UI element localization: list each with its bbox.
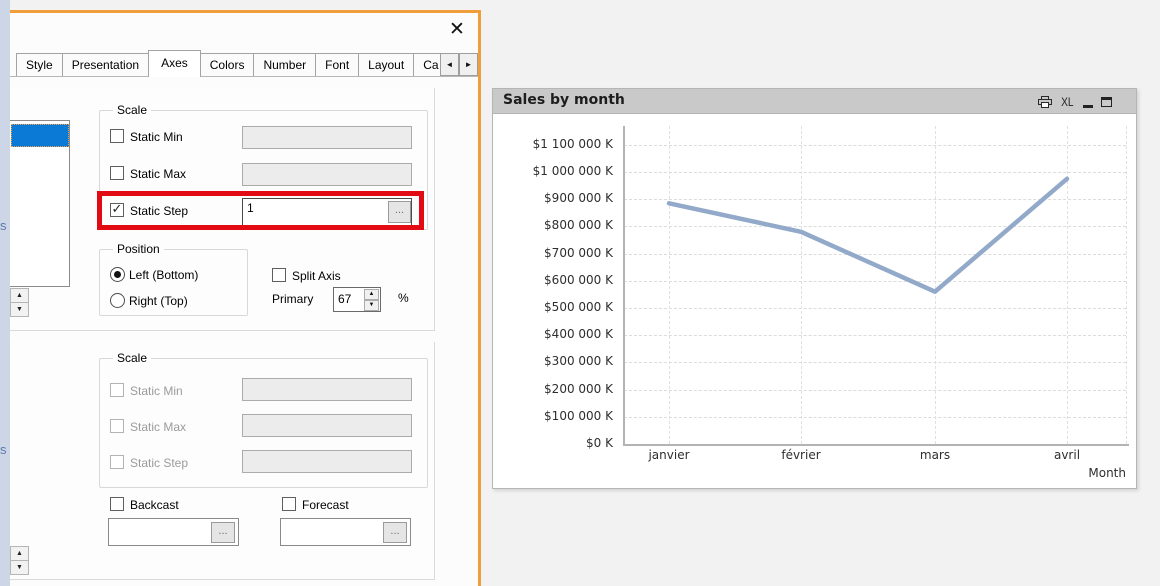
position-right-top-radio[interactable] [110,293,125,308]
sales-line-series[interactable] [493,89,1138,490]
static-max-label-disabled: Static Max [130,420,187,434]
forecast-ellipsis-button[interactable]: ... [383,522,407,543]
static-max-input[interactable] [242,163,412,186]
percent-label: % [398,291,409,305]
list-item-selected[interactable] [11,124,69,147]
spinner-up-icon[interactable]: ▲ [364,289,379,300]
dialog-border [10,10,481,13]
static-min-label-disabled: Static Min [130,384,183,398]
group-legend: Position [113,242,164,256]
backcast-label: Backcast [130,498,179,512]
static-min-input[interactable] [242,126,412,149]
static-max-checkbox-disabled [110,419,124,433]
chart-window: Sales by month XL $0 K $100 000 K $200 000… [492,88,1137,489]
tab-font[interactable]: Font [315,53,360,77]
red-highlight-annotation [97,191,424,230]
tab-scroll-left-icon[interactable]: ◄ [440,53,459,76]
split-axis-checkbox[interactable] [272,268,286,282]
spinner-down-icon[interactable]: ▼ [364,300,379,311]
static-min-checkbox[interactable] [110,129,124,143]
screen: s s ✕ Style Presentation Axes Colors Number F… [0,0,1160,586]
clipped-text-fragment: s [0,218,7,232]
primary-percent-spinner[interactable]: 67 ▲ ▼ [333,287,381,312]
spinner-up-icon[interactable]: ▲ [10,288,29,303]
primary-label: Primary [272,292,314,306]
close-icon[interactable]: ✕ [443,17,471,43]
forecast-label: Forecast [302,498,349,512]
tab-style[interactable]: Style [16,53,63,77]
spinner-down-icon[interactable]: ▼ [10,302,29,317]
static-step-checkbox-disabled [110,455,124,469]
forecast-checkbox[interactable] [282,497,296,511]
primary-percent-value: 67 [338,292,352,306]
spinner-up-icon[interactable]: ▲ [10,546,29,561]
static-step-label-disabled: Static Step [130,456,189,470]
static-min-input-disabled [242,378,412,401]
split-axis-label: Split Axis [292,269,341,283]
group-legend: Scale [113,351,152,365]
position-left-bottom-label: Left (Bottom) [129,268,199,282]
tab-layout[interactable]: Layout [358,53,415,77]
background-edge-strip [0,0,10,586]
position-right-top-label: Right (Top) [129,294,188,308]
static-min-checkbox-disabled [110,383,124,397]
static-step-input-disabled [242,450,412,473]
static-min-label: Static Min [130,130,183,144]
tab-pane-divider [10,76,478,77]
tab-ca[interactable]: Ca [413,53,440,77]
backcast-checkbox[interactable] [110,497,124,511]
axis-list-spinner: ▲ ▼ [10,546,29,575]
axis-expression-list[interactable] [10,120,70,287]
backcast-ellipsis-button[interactable]: ... [211,522,235,543]
static-max-checkbox[interactable] [110,166,124,180]
tab-scroll-right-icon[interactable]: ► [459,53,478,76]
axis-list-spinner: ▲ ▼ [10,288,29,317]
static-max-label: Static Max [130,167,187,181]
static-max-input-disabled [242,414,412,437]
tab-number[interactable]: Number [253,53,317,77]
clipped-text-fragment: s [0,442,7,456]
tab-presentation[interactable]: Presentation [61,53,150,77]
tab-axes[interactable]: Axes [148,50,201,77]
spinner-down-icon[interactable]: ▼ [10,560,29,575]
tab-colors[interactable]: Colors [199,53,255,77]
position-left-bottom-radio[interactable] [110,267,125,282]
dialog-border [478,10,481,586]
group-legend: Scale [113,103,152,117]
dialog-tabstrip: Style Presentation Axes Colors Number Font Lay… [16,49,440,77]
